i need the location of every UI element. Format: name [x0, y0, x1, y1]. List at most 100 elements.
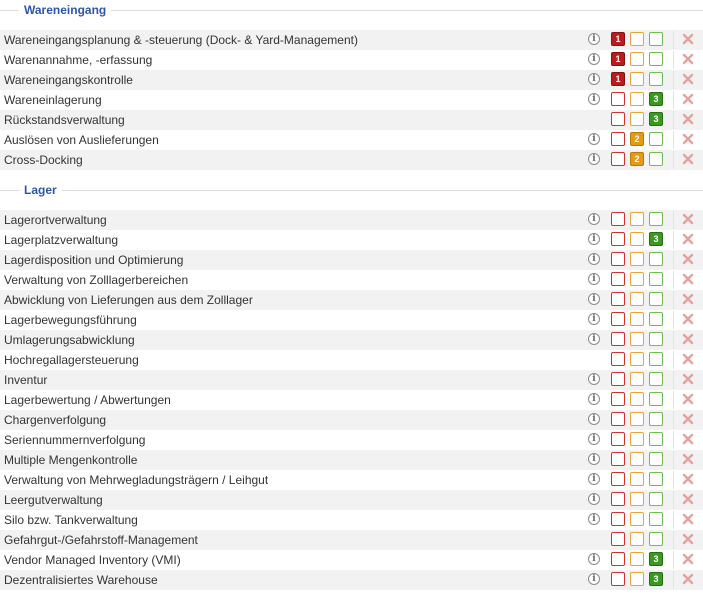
rating-box-3[interactable] [649, 512, 663, 526]
info-icon[interactable]: i [588, 513, 600, 525]
info-icon[interactable]: i [588, 373, 600, 385]
rating-box-3[interactable] [649, 72, 663, 86]
rating-box-1[interactable]: 1 [611, 72, 625, 86]
delete-x-icon[interactable] [681, 392, 695, 406]
rating-box-3[interactable] [649, 252, 663, 266]
info-icon[interactable]: i [588, 453, 600, 465]
rating-box-1[interactable] [611, 372, 625, 386]
rating-box-1[interactable] [611, 252, 625, 266]
rating-box-2[interactable] [630, 472, 644, 486]
rating-box-1[interactable]: 1 [611, 32, 625, 46]
rating-box-3[interactable] [649, 472, 663, 486]
rating-box-2[interactable] [630, 212, 644, 226]
delete-x-icon[interactable] [681, 292, 695, 306]
delete-x-icon[interactable] [681, 452, 695, 466]
rating-box-1[interactable] [611, 272, 625, 286]
info-icon[interactable]: i [588, 293, 600, 305]
rating-box-3[interactable] [649, 292, 663, 306]
rating-box-3[interactable] [649, 492, 663, 506]
rating-box-1[interactable] [611, 472, 625, 486]
info-icon[interactable]: i [588, 133, 600, 145]
rating-box-1[interactable] [611, 412, 625, 426]
rating-box-1[interactable] [611, 292, 625, 306]
info-icon[interactable]: i [588, 153, 600, 165]
rating-box-1[interactable] [611, 132, 625, 146]
rating-box-1[interactable]: 1 [611, 52, 625, 66]
delete-x-icon[interactable] [681, 432, 695, 446]
delete-x-icon[interactable] [681, 72, 695, 86]
info-icon[interactable]: i [588, 213, 600, 225]
delete-x-icon[interactable] [681, 472, 695, 486]
info-icon[interactable]: i [588, 433, 600, 445]
rating-box-1[interactable] [611, 312, 625, 326]
rating-box-2[interactable] [630, 532, 644, 546]
delete-x-icon[interactable] [681, 252, 695, 266]
rating-box-2[interactable] [630, 492, 644, 506]
rating-box-1[interactable] [611, 112, 625, 126]
rating-box-3[interactable] [649, 272, 663, 286]
rating-box-2[interactable] [630, 332, 644, 346]
rating-box-2[interactable] [630, 272, 644, 286]
rating-box-1[interactable] [611, 212, 625, 226]
delete-x-icon[interactable] [681, 552, 695, 566]
rating-box-2[interactable] [630, 292, 644, 306]
rating-box-2[interactable] [630, 552, 644, 566]
rating-box-2[interactable] [630, 452, 644, 466]
rating-box-2[interactable] [630, 112, 644, 126]
delete-x-icon[interactable] [681, 92, 695, 106]
rating-box-1[interactable] [611, 512, 625, 526]
info-icon[interactable]: i [588, 573, 600, 585]
info-icon[interactable]: i [588, 93, 600, 105]
info-icon[interactable]: i [588, 553, 600, 565]
rating-box-1[interactable] [611, 552, 625, 566]
rating-box-1[interactable] [611, 492, 625, 506]
rating-box-3[interactable] [649, 212, 663, 226]
rating-box-1[interactable] [611, 532, 625, 546]
info-icon[interactable]: i [588, 313, 600, 325]
rating-box-2[interactable] [630, 32, 644, 46]
rating-box-2[interactable] [630, 392, 644, 406]
info-icon[interactable]: i [588, 493, 600, 505]
rating-box-2[interactable] [630, 52, 644, 66]
info-icon[interactable]: i [588, 413, 600, 425]
info-icon[interactable]: i [588, 33, 600, 45]
delete-x-icon[interactable] [681, 32, 695, 46]
rating-box-2[interactable] [630, 432, 644, 446]
delete-x-icon[interactable] [681, 212, 695, 226]
rating-box-2[interactable] [630, 512, 644, 526]
rating-box-2[interactable] [630, 252, 644, 266]
rating-box-1[interactable] [611, 572, 625, 586]
delete-x-icon[interactable] [681, 572, 695, 586]
info-icon[interactable]: i [588, 273, 600, 285]
rating-box-1[interactable] [611, 92, 625, 106]
delete-x-icon[interactable] [681, 332, 695, 346]
delete-x-icon[interactable] [681, 232, 695, 246]
delete-x-icon[interactable] [681, 272, 695, 286]
rating-box-2[interactable] [630, 412, 644, 426]
rating-box-3[interactable]: 3 [649, 92, 663, 106]
info-icon[interactable]: i [588, 53, 600, 65]
rating-box-1[interactable] [611, 232, 625, 246]
rating-box-3[interactable]: 3 [649, 112, 663, 126]
delete-x-icon[interactable] [681, 352, 695, 366]
delete-x-icon[interactable] [681, 492, 695, 506]
rating-box-3[interactable] [649, 152, 663, 166]
rating-box-1[interactable] [611, 452, 625, 466]
rating-box-2[interactable] [630, 372, 644, 386]
rating-box-3[interactable] [649, 372, 663, 386]
rating-box-3[interactable] [649, 312, 663, 326]
info-icon[interactable]: i [588, 233, 600, 245]
info-icon[interactable]: i [588, 393, 600, 405]
rating-box-1[interactable] [611, 432, 625, 446]
rating-box-2[interactable]: 2 [630, 152, 644, 166]
info-icon[interactable]: i [588, 73, 600, 85]
delete-x-icon[interactable] [681, 152, 695, 166]
info-icon[interactable]: i [588, 253, 600, 265]
rating-box-3[interactable] [649, 32, 663, 46]
rating-box-1[interactable] [611, 152, 625, 166]
rating-box-3[interactable] [649, 392, 663, 406]
rating-box-3[interactable] [649, 412, 663, 426]
rating-box-2[interactable] [630, 352, 644, 366]
delete-x-icon[interactable] [681, 112, 695, 126]
rating-box-1[interactable] [611, 352, 625, 366]
